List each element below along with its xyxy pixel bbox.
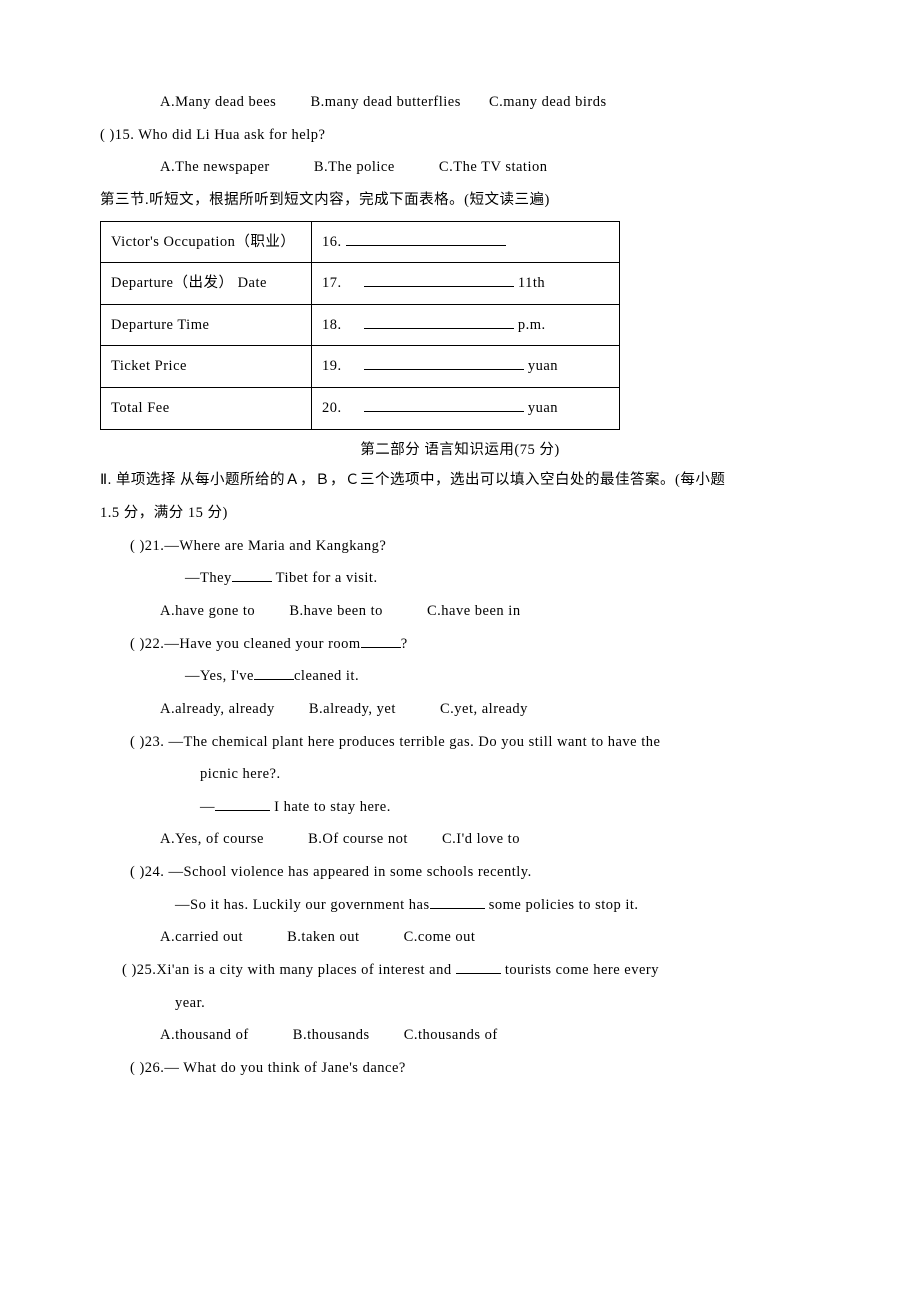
q22-sub-tail: cleaned it. (294, 668, 359, 684)
q23-blank[interactable] (215, 797, 270, 811)
table-row: Total Fee 20. yuan (101, 388, 620, 430)
q24-B: B.taken out (287, 929, 359, 945)
q22-B: B.already, yet (309, 701, 396, 717)
q22-blank2[interactable] (254, 666, 294, 680)
q25-stem-pre: ( )25.Xi'an is a city with many places o… (122, 962, 456, 978)
cell-prefix: 18. (322, 317, 342, 333)
q21-sub: —They Tibet for a visit. (100, 566, 820, 591)
cell-suffix: yuan (528, 400, 558, 416)
blank-17[interactable] (364, 273, 514, 287)
q23-C: C.I'd love to (442, 831, 520, 847)
q22-stem-text: ( )22.—Have you cleaned your room (130, 636, 361, 652)
q25-options: A.thousand of B.thousands C.thousands of (100, 1023, 820, 1048)
table-row: Victor's Occupation（职业） 16. (101, 221, 620, 263)
q26-stem: ( )26.— What do you think of Jane's danc… (100, 1056, 820, 1081)
q22-blank1[interactable] (361, 634, 401, 648)
cell-label: Departure（出发） Date (111, 275, 267, 291)
q22-A: A.already, already (160, 701, 275, 717)
q21-options: A.have gone to B.have been to C.have bee… (100, 599, 820, 624)
q15-stem: ( )15. Who did Li Hua ask for help? (100, 123, 820, 148)
q24-stem: ( )24. —School violence has appeared in … (100, 860, 820, 885)
cell-prefix: 16. (322, 234, 342, 250)
cell-label: Total Fee (111, 400, 170, 416)
cell-prefix: 20. (322, 400, 342, 416)
q24-blank[interactable] (430, 895, 485, 909)
q22-sub: —Yes, I've cleaned it. (100, 664, 820, 689)
blank-19[interactable] (364, 356, 524, 370)
q15-B: B.The police (314, 159, 395, 175)
listening-table: Victor's Occupation（职业） 16. Departure（出发… (100, 221, 620, 430)
q24-sub: —So it has. Luckily our government has s… (100, 893, 820, 918)
q23-sub-text: — (200, 799, 215, 815)
table-row: Ticket Price 19. yuan (101, 346, 620, 388)
q25-blank[interactable] (456, 960, 501, 974)
q24-C: C.come out (404, 929, 476, 945)
q23-B: B.Of course not (308, 831, 408, 847)
q14-options: A.Many dead bees B.many dead butterflies… (100, 90, 820, 115)
q22-options: A.already, already B.already, yet C.yet,… (100, 697, 820, 722)
cell-suffix: 11th (518, 275, 545, 291)
q25-B: B.thousands (293, 1027, 370, 1043)
cell-label: Ticket Price (111, 358, 187, 374)
q21-sub-tail: Tibet for a visit. (272, 570, 378, 586)
blank-20[interactable] (364, 398, 524, 412)
q23-sub-tail: I hate to stay here. (270, 799, 391, 815)
q14-B: B.many dead butterflies (310, 94, 460, 110)
q22-stem-tail: ? (401, 636, 408, 652)
q21-sub-text: —They (185, 570, 232, 586)
part2-title: 第二部分 语言知识运用(75 分) (100, 438, 820, 463)
cell-label: Victor's Occupation（职业） (111, 234, 295, 250)
q22-sub-text: —Yes, I've (185, 668, 254, 684)
part2-instr2: 1.5 分，满分 15 分) (100, 501, 820, 526)
q24-A: A.carried out (160, 929, 243, 945)
q23-A: A.Yes, of course (160, 831, 264, 847)
q24-sub-tail: some policies to stop it. (485, 897, 639, 913)
cell-prefix: 19. (322, 358, 342, 374)
q21-stem: ( )21.—Where are Maria and Kangkang? (100, 534, 820, 559)
q15-options: A.The newspaper B.The police C.The TV st… (100, 155, 820, 180)
blank-18[interactable] (364, 315, 514, 329)
blank-16[interactable] (346, 232, 506, 246)
table-row: Departure（出发） Date 17. 11th (101, 263, 620, 305)
q21-blank[interactable] (232, 568, 272, 582)
q21-B: B.have been to (289, 603, 383, 619)
section3-title: 第三节.听短文，根据所听到短文内容，完成下面表格。(短文读三遍) (100, 188, 820, 213)
cell-prefix: 17. (322, 275, 342, 291)
q23-stem: ( )23. —The chemical plant here produces… (100, 730, 820, 755)
q15-A: A.The newspaper (160, 159, 270, 175)
q15-C: C.The TV station (439, 159, 548, 175)
q24-options: A.carried out B.taken out C.come out (100, 925, 820, 950)
q25-A: A.thousand of (160, 1027, 249, 1043)
q25-stem-tail: tourists come here every (501, 962, 659, 978)
q23-cont: picnic here?. (100, 762, 820, 787)
q21-C: C.have been in (427, 603, 521, 619)
cell-suffix: p.m. (518, 317, 546, 333)
cell-suffix: yuan (528, 358, 558, 374)
q25-stem: ( )25.Xi'an is a city with many places o… (100, 958, 820, 983)
q22-C: C.yet, already (440, 701, 528, 717)
q24-sub-text: —So it has. Luckily our government has (175, 897, 430, 913)
q25-C: C.thousands of (404, 1027, 498, 1043)
part2-instr1: Ⅱ. 单项选择 从每小题所给的Ａ，Ｂ，Ｃ三个选项中，选出可以填入空白处的最佳答案… (100, 468, 820, 493)
cell-label: Departure Time (111, 317, 209, 333)
q21-A: A.have gone to (160, 603, 255, 619)
q14-C: C.many dead birds (489, 94, 607, 110)
q25-cont: year. (100, 991, 820, 1016)
table-row: Departure Time 18. p.m. (101, 304, 620, 346)
q22-stem: ( )22.—Have you cleaned your room? (100, 632, 820, 657)
q23-sub: — I hate to stay here. (100, 795, 820, 820)
q14-A: A.Many dead bees (160, 94, 276, 110)
q23-options: A.Yes, of course B.Of course not C.I'd l… (100, 827, 820, 852)
